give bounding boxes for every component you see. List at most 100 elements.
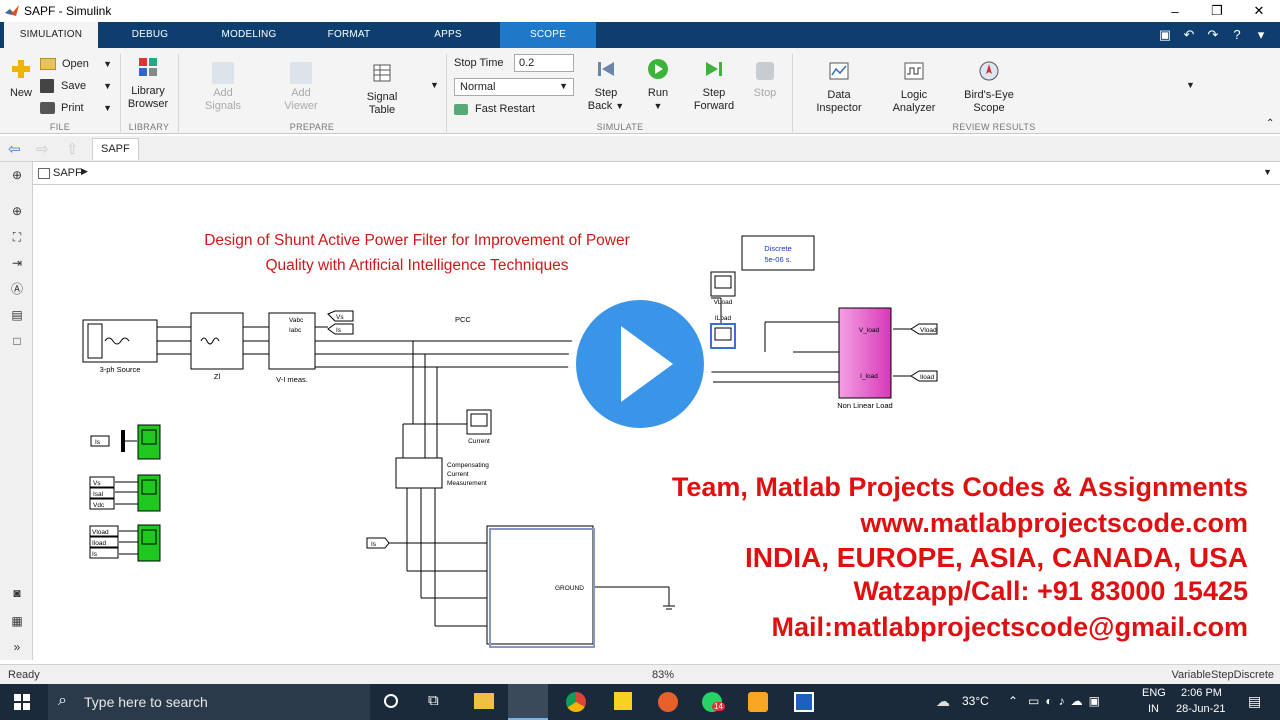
app-icon-orange[interactable] — [748, 692, 768, 712]
from-iload-tag[interactable]: Iload — [89, 536, 119, 548]
powergui-block[interactable]: Discrete 5e-06 s. — [741, 235, 815, 271]
birds-eye-scope-button[interactable]: Bird's-Eye Scope — [958, 60, 1020, 115]
zl-block[interactable]: Zl — [190, 312, 244, 381]
forward-arrow-icon[interactable]: ⇨ — [36, 140, 49, 158]
vi-measurement-block[interactable]: Vabc Iabc V-I meas. — [268, 312, 316, 384]
nonlinear-load-block[interactable]: V_load I_load Non Linear Load — [837, 307, 893, 410]
close-button[interactable]: ✕ — [1238, 0, 1280, 22]
windows-start-icon[interactable] — [14, 694, 30, 710]
three-phase-source-block[interactable]: 3-ph Source — [82, 319, 158, 374]
taskbar-search-box[interactable]: ⌕ Type here to search — [48, 684, 370, 720]
prepare-expand-icon[interactable]: ▼ — [430, 80, 439, 90]
tab-format[interactable]: FORMAT — [302, 22, 396, 48]
from-is-tag-1[interactable]: Is — [90, 435, 110, 447]
expand-icon[interactable]: ▾ — [1250, 25, 1272, 45]
help-icon[interactable]: ? — [1226, 25, 1248, 45]
goto-is-tag[interactable]: Is — [327, 323, 354, 335]
review-expand-icon[interactable]: ▼ — [1186, 80, 1195, 90]
open-button[interactable]: Open ▼ — [40, 55, 112, 73]
temperature[interactable]: 33°C — [962, 694, 989, 708]
tab-scope[interactable]: SCOPE — [500, 22, 596, 48]
minimize-button[interactable]: ‒ — [1154, 0, 1196, 22]
task-view-icon[interactable]: ⧉ — [428, 692, 439, 709]
save-button[interactable]: Save ▼ — [40, 77, 112, 95]
step-forward-button[interactable]: Step Forward — [690, 58, 738, 113]
language-1[interactable]: ENG — [1142, 687, 1166, 699]
firefox-app-icon[interactable] — [658, 692, 678, 712]
data-inspector-icon — [829, 62, 849, 80]
add-signals-button[interactable]: Add Signals — [198, 62, 248, 113]
back-arrow-icon[interactable]: ⇦ — [8, 140, 21, 158]
run-button[interactable]: Run ▼ — [638, 58, 678, 113]
zoom-in-icon[interactable]: ⊕ — [9, 204, 25, 218]
controller-subsystem-block[interactable]: GROUND — [486, 525, 595, 648]
arrow-right-icon[interactable]: ⇥ — [9, 256, 25, 270]
fit-view-icon[interactable]: ⛶ — [9, 230, 25, 244]
goto-vs-tag[interactable]: Vs — [327, 310, 354, 322]
signal-table-button[interactable]: Signal Table — [358, 62, 406, 117]
tab-simulation[interactable]: SIMULATION — [4, 22, 98, 48]
from-isal-tag[interactable]: Isal — [89, 487, 115, 499]
from-vs-tag[interactable]: Vs — [89, 476, 115, 488]
from-vdc-tag[interactable]: Vdc — [89, 498, 115, 510]
weather-icon[interactable]: ☁ — [936, 693, 950, 710]
stop-button[interactable]: Stop — [748, 62, 782, 100]
fast-restart-toggle[interactable]: Fast Restart — [454, 100, 535, 118]
video-play-overlay[interactable] — [568, 292, 712, 436]
clock-date[interactable]: 28-Jun-21 — [1176, 703, 1226, 715]
undo-icon[interactable]: ↶ — [1178, 25, 1200, 45]
step-back-button[interactable]: Step Back ▼ — [584, 58, 628, 113]
stop-time-input[interactable]: 0.2 — [514, 54, 574, 72]
model-info-icon[interactable]: ▦ — [9, 614, 25, 628]
from-is-tag-2[interactable]: Is — [89, 547, 119, 559]
area-icon[interactable]: □ — [9, 334, 25, 348]
logic-analyzer-button[interactable]: Logic Analyzer — [886, 60, 942, 115]
tab-apps[interactable]: APPS — [400, 22, 496, 48]
model-tab[interactable]: SAPF — [92, 138, 139, 160]
language-2[interactable]: IN — [1148, 703, 1159, 715]
tab-modeling[interactable]: MODELING — [200, 22, 298, 48]
app-icon-blue[interactable] — [794, 692, 814, 712]
redo-icon[interactable]: ↷ — [1202, 25, 1224, 45]
from-is-tag-3[interactable]: Is — [366, 537, 390, 549]
vload-scope-block[interactable]: VLoad — [710, 271, 736, 306]
maximize-button[interactable]: ❐ — [1196, 0, 1238, 22]
collapse-ribbon-icon[interactable]: ⌃ — [1266, 118, 1274, 129]
matlab-app-icon[interactable] — [508, 684, 548, 720]
tab-debug[interactable]: DEBUG — [104, 22, 196, 48]
mux-block[interactable] — [121, 430, 125, 452]
up-arrow-icon[interactable]: ⇧ — [66, 140, 79, 158]
solver-name[interactable]: VariableStepDiscrete — [1171, 669, 1274, 681]
sticky-notes-app-icon[interactable] — [614, 692, 632, 710]
cortana-icon[interactable] — [384, 694, 398, 708]
library-browser-button[interactable]: Library Browser — [124, 56, 172, 111]
tag-is-1-label: Is — [95, 439, 101, 446]
camera-icon[interactable]: ◙ — [9, 586, 25, 600]
annotation-icon[interactable]: Ⓐ — [9, 282, 25, 296]
current-scope-block[interactable]: Current — [466, 409, 492, 445]
tray-up-icon[interactable]: ⌃ — [1008, 694, 1018, 708]
compensating-measurement-block[interactable]: Compensating Current Measurement — [395, 457, 489, 489]
file-explorer-app-icon[interactable] — [474, 693, 494, 709]
from-vload-tag[interactable]: Vload — [89, 525, 119, 537]
add-viewer-button[interactable]: Add Viewer — [276, 62, 326, 113]
iload-scope-block[interactable]: ILoad — [710, 315, 736, 349]
clock-time[interactable]: 2:06 PM — [1181, 687, 1222, 699]
expand-toolbar-icon[interactable]: » — [9, 640, 25, 654]
tray-icons[interactable]: ▭◐♪☁▣ — [1028, 694, 1106, 708]
notifications-icon[interactable]: ▤ — [1248, 693, 1261, 710]
simulation-mode-select[interactable]: Normal ▼ — [454, 78, 574, 96]
model-canvas[interactable]: Design of Shunt Active Power Filter for … — [33, 186, 1280, 660]
new-button[interactable]: New — [6, 58, 36, 100]
data-inspector-button[interactable]: Data Inspector — [812, 60, 866, 115]
print-button[interactable]: Print ▼ — [40, 99, 112, 117]
goto-iload-tag[interactable]: Iload — [910, 370, 938, 382]
chrome-app-icon[interactable] — [566, 692, 586, 712]
whatsapp-app-icon[interactable]: 14 — [702, 692, 725, 712]
breadcrumb-expand-icon[interactable]: ▼ — [1263, 167, 1272, 177]
breadcrumb-item[interactable]: SAPF — [53, 167, 82, 179]
goto-vload-tag[interactable]: Vload — [910, 323, 938, 335]
image-icon[interactable]: ▤ — [9, 308, 25, 322]
hide-browser-icon[interactable]: ⊕ — [9, 168, 25, 182]
save-icon[interactable]: ▣ — [1154, 25, 1176, 45]
